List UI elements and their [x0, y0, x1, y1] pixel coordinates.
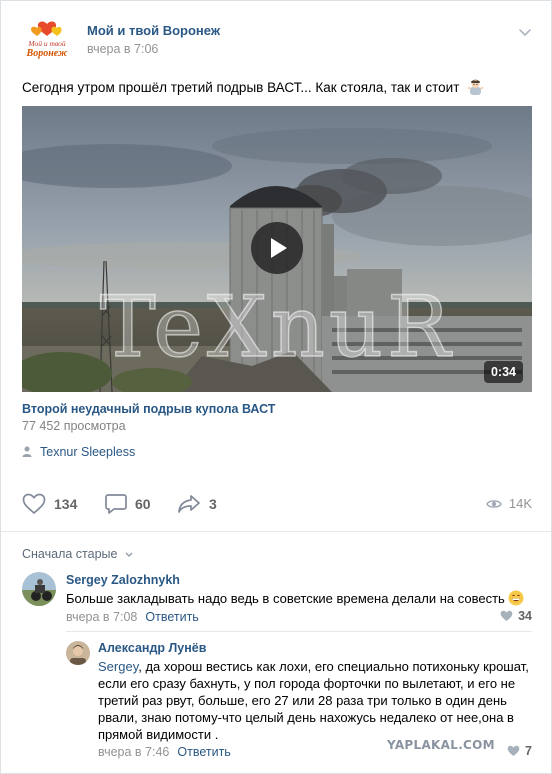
mention-link[interactable]: Sergey	[98, 659, 138, 674]
eye-icon	[486, 499, 502, 508]
reply-button[interactable]: Ответить	[177, 745, 230, 759]
comments-sort-label: Сначала старые	[22, 547, 118, 561]
chevron-down-icon[interactable]	[517, 24, 533, 40]
like-button[interactable]: 134	[22, 492, 77, 516]
share-count: 3	[209, 496, 217, 512]
like-count: 134	[54, 496, 78, 512]
video-player[interactable]: TeXnuR 0:34	[22, 106, 532, 392]
post-text: Сегодня утром прошёл третий подрыв ВАСТ.…	[22, 78, 484, 98]
post-actions-bar: 134 60 3 14K	[22, 492, 532, 518]
views-counter: 14K	[486, 496, 532, 511]
comment-count: 60	[135, 496, 151, 512]
comment-button[interactable]: 60	[105, 492, 151, 516]
comments-sort-dropdown[interactable]: Сначала старые	[22, 546, 133, 561]
comment-icon	[105, 494, 127, 514]
video-watermark: TeXnuR	[100, 278, 454, 376]
grinning-face-emoji-icon	[508, 590, 524, 610]
share-icon	[178, 495, 200, 513]
comment-like-button[interactable]: 34	[500, 609, 532, 623]
post-text-content: Сегодня утром прошёл третий подрыв ВАСТ.…	[22, 80, 460, 95]
reply-button[interactable]: Ответить	[145, 610, 198, 624]
comment-author-link[interactable]: Александр Лунёв	[98, 641, 206, 655]
avatar[interactable]	[22, 572, 56, 606]
comment-like-count: 7	[525, 744, 532, 758]
site-watermark: YAPLAKAL.COM	[387, 738, 495, 752]
video-duration: 0:34	[483, 361, 523, 383]
views-count: 14K	[508, 496, 532, 511]
group-name-link[interactable]: Мой и твой Воронеж	[87, 23, 220, 38]
group-logo[interactable]: Мой и твой Воронеж	[23, 20, 71, 60]
video-views: 77 452 просмотра	[22, 419, 126, 433]
comment-like-button[interactable]: 7	[507, 744, 532, 758]
comment-time[interactable]: вчера в 7:08	[66, 610, 137, 624]
post-card: Мой и твой Воронеж Мой и твой Воронеж вч…	[0, 0, 552, 774]
chevron-down-icon	[125, 546, 133, 560]
user-icon	[22, 446, 32, 460]
comment-text: Sergey, да хорош вестись как лохи, его с…	[98, 658, 538, 743]
post-date[interactable]: вчера в 7:06	[87, 42, 158, 56]
video-title-link[interactable]: Второй неудачный подрыв купола ВАСТ	[22, 402, 275, 416]
share-button[interactable]: 3	[177, 492, 217, 516]
comment-author-link[interactable]: Sergey Zalozhnykh	[66, 573, 180, 587]
heart-icon	[507, 745, 520, 756]
logo-text-top: Мой и твой	[27, 39, 65, 48]
group-logo-image: Мой и твой Воронеж	[26, 21, 68, 59]
divider	[66, 631, 532, 632]
avatar[interactable]	[66, 641, 90, 665]
post-header: Мой и твой Воронеж Мой и твой Воронеж вч…	[23, 20, 533, 60]
comment-text: Больше закладывать надо ведь в советские…	[66, 590, 536, 610]
comment-meta: вчера в 7:46 Ответить	[98, 745, 231, 759]
heart-icon	[500, 610, 513, 621]
comment-text-content: Больше закладывать надо ведь в советские…	[66, 591, 505, 606]
comment-like-count: 34	[518, 609, 532, 623]
logo-text-bottom: Воронеж	[26, 48, 68, 59]
comment-reply-item: Александр Лунёв Sergey, да хорош вестись…	[1, 639, 551, 773]
play-button[interactable]	[251, 222, 303, 274]
comment-meta: вчера в 7:08 Ответить	[66, 610, 199, 624]
divider	[1, 531, 551, 532]
man-shrugging-emoji-icon	[467, 78, 484, 98]
heart-icon	[22, 493, 46, 514]
comment-text-content: , да хорош вестись как лохи, его специал…	[98, 659, 529, 742]
comment-time[interactable]: вчера в 7:46	[98, 745, 169, 759]
video-author-link[interactable]: Texnur Sleepless	[22, 445, 135, 460]
play-icon	[271, 238, 287, 258]
video-author-name: Texnur Sleepless	[40, 445, 136, 459]
comment-item: Sergey Zalozhnykh Больше закладывать над…	[1, 571, 551, 631]
